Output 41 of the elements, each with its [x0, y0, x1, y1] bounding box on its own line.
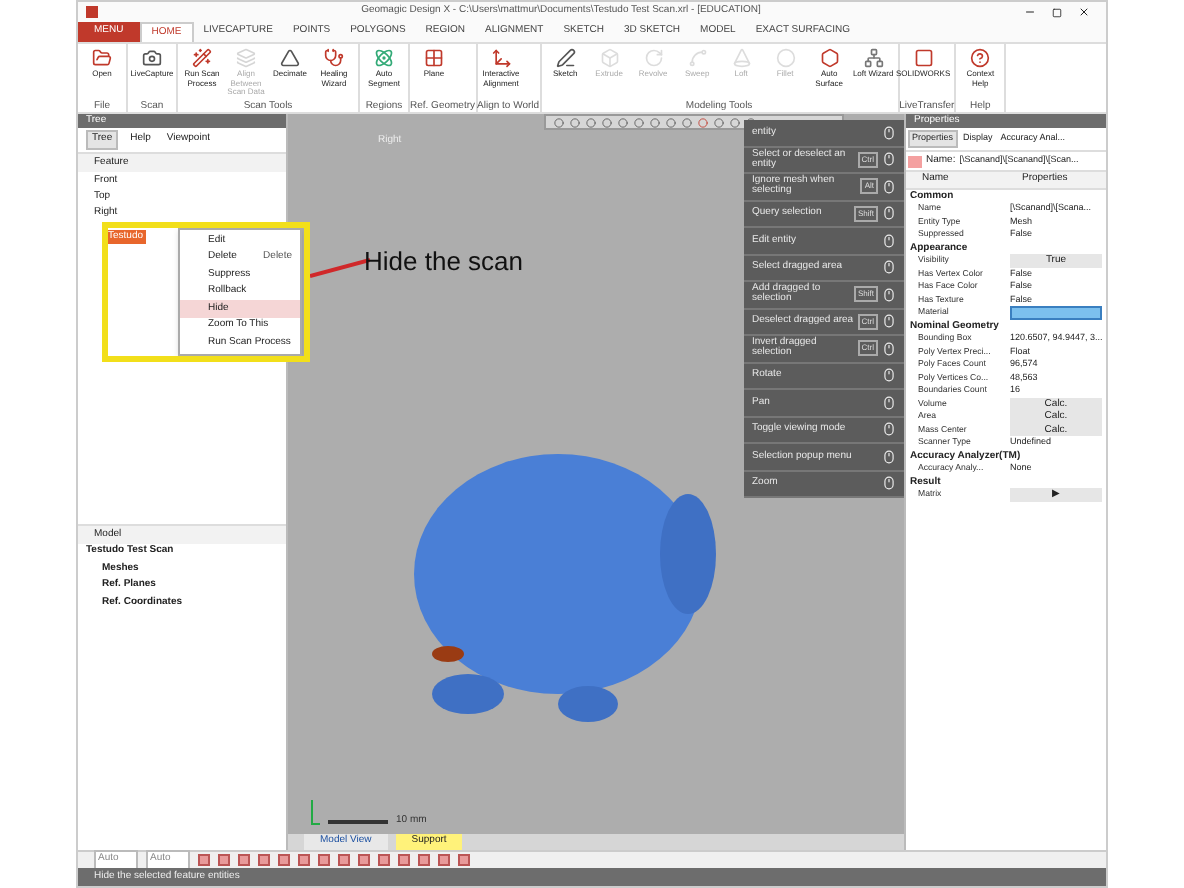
network-icon — [863, 48, 884, 68]
mouse-icon — [882, 341, 896, 356]
mouse-icon — [882, 422, 896, 437]
sort-icon[interactable] — [908, 155, 922, 167]
cube-icon — [599, 48, 620, 68]
mouse-icon — [882, 287, 896, 302]
mouse-icon — [882, 476, 896, 491]
mouse-icon — [882, 260, 896, 275]
help-icon — [970, 48, 991, 68]
folder-icon — [92, 48, 112, 68]
square-icon — [913, 48, 934, 68]
mouse-icon — [882, 125, 896, 140]
material-swatch[interactable] — [1010, 306, 1102, 320]
axes-icon — [491, 48, 512, 68]
triangle-icon — [280, 48, 300, 68]
layers-icon — [236, 48, 256, 68]
cone-icon — [731, 48, 752, 68]
minimize-icon[interactable] — [1024, 6, 1036, 18]
mouse-icon — [882, 368, 896, 383]
mouse-icon — [882, 206, 896, 221]
hexagon-icon — [819, 48, 840, 68]
mouse-icon — [882, 314, 896, 329]
grid-icon — [424, 48, 444, 68]
close-icon[interactable] — [1078, 6, 1090, 18]
circle-icon — [775, 48, 796, 68]
mouse-icon — [882, 449, 896, 464]
mouse-icon — [882, 152, 896, 167]
camera-icon — [142, 48, 162, 68]
stethoscope-icon — [324, 48, 344, 68]
mouse-icon — [882, 395, 896, 410]
pen-icon — [555, 48, 576, 68]
rotate-icon — [643, 48, 664, 68]
mouse-icon — [882, 179, 896, 194]
scale-bar — [328, 820, 388, 824]
spline-icon — [687, 48, 708, 68]
wand-icon — [192, 48, 212, 68]
annotation-text: Hide the scan — [364, 244, 523, 280]
atom-icon — [374, 48, 394, 68]
app-logo-icon — [86, 6, 98, 18]
mouse-icon — [882, 233, 896, 248]
maximize-icon[interactable] — [1052, 7, 1062, 17]
